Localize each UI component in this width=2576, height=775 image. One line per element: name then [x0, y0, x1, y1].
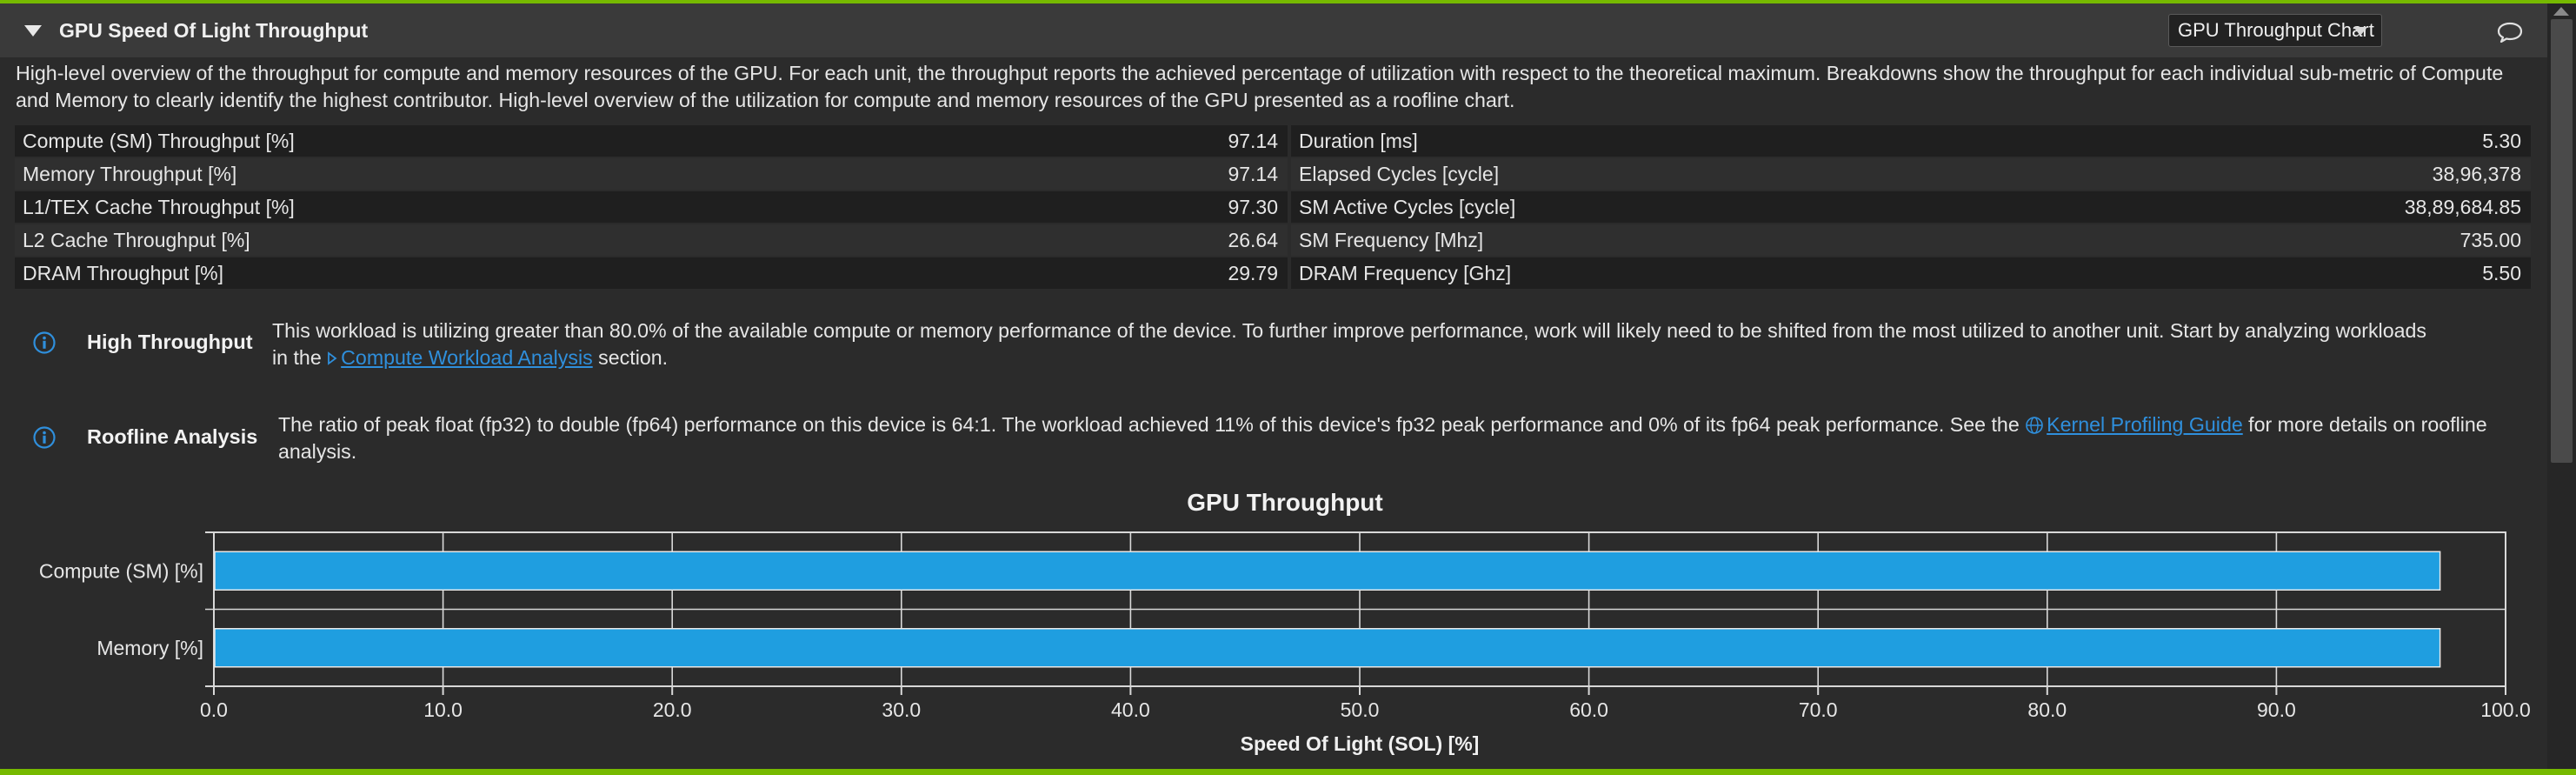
table-row: Memory Throughput [%] 97.14 Elapsed Cycl… — [15, 158, 2531, 190]
message-title: High Throughput — [87, 331, 253, 353]
metric-label: Memory Throughput [%] — [15, 158, 898, 190]
metric-value: 5.50 — [2174, 257, 2531, 289]
x-tick-label: 10.0 — [423, 698, 463, 721]
metric-label: L2 Cache Throughput [%] — [15, 224, 898, 256]
triangle-down-icon[interactable] — [24, 24, 42, 37]
compute-workload-analysis-link[interactable]: Compute Workload Analysis — [327, 346, 593, 369]
chevron-down-icon — [2353, 27, 2367, 36]
message-text: The ratio of peak float (fp32) to double… — [278, 413, 2487, 463]
metric-value: 29.79 — [898, 257, 1288, 289]
metric-value: 97.14 — [898, 125, 1288, 157]
chart-title: GPU Throughput — [1187, 489, 1383, 516]
view-select-dropdown[interactable]: GPU Throughput Chart — [2168, 14, 2382, 47]
info-circle-icon — [33, 426, 56, 449]
table-row: Compute (SM) Throughput [%] 97.14 Durati… — [15, 125, 2531, 157]
section-header[interactable]: GPU Speed Of Light Throughput GPU Throug… — [0, 3, 2547, 58]
x-tick-label: 90.0 — [2257, 698, 2296, 721]
x-tick-label: 30.0 — [882, 698, 921, 721]
section-title: GPU Speed Of Light Throughput — [59, 18, 369, 42]
table-row: L1/TEX Cache Throughput [%] 97.30 SM Act… — [15, 191, 2531, 223]
play-arrow-icon — [328, 351, 337, 365]
kernel-profiling-guide-link[interactable]: Kernel Profiling Guide — [2025, 413, 2243, 436]
category-label: Compute (SM) [%] — [39, 559, 203, 582]
bar — [214, 628, 2441, 668]
metric-value: 97.30 — [898, 191, 1288, 223]
x-tick-label: 80.0 — [2027, 698, 2067, 721]
category-label: Memory [%] — [97, 637, 203, 659]
table-row: L2 Cache Throughput [%] 26.64 SM Frequen… — [15, 224, 2531, 256]
x-tick-label: 20.0 — [653, 698, 692, 721]
message-title: Roofline Analysis — [87, 425, 258, 448]
metric-value: 26.64 — [898, 224, 1288, 256]
gpu-throughput-chart: GPU Throughput 0.0 10.0 20.0 30.0 40.0 50.0 60.… — [0, 483, 2547, 765]
metric-value: 97.14 — [898, 158, 1288, 190]
info-circle-icon — [33, 331, 56, 354]
section-description: High-level overview of the throughput fo… — [16, 62, 2504, 111]
metric-label: SM Active Cycles [cycle] — [1291, 191, 2174, 223]
metric-value: 38,89,684.85 — [2174, 191, 2531, 223]
speech-bubble-icon[interactable] — [2497, 22, 2523, 43]
metric-label: Elapsed Cycles [cycle] — [1291, 158, 2174, 190]
metric-label: Compute (SM) Throughput [%] — [15, 125, 898, 157]
metric-label: L1/TEX Cache Throughput [%] — [15, 191, 898, 223]
metric-label: SM Frequency [Mhz] — [1291, 224, 2174, 256]
metrics-table: Compute (SM) Throughput [%] 97.14 Durati… — [15, 125, 2531, 291]
scrollbar-thumb[interactable] — [2551, 19, 2573, 463]
scroll-up-icon[interactable] — [2553, 7, 2569, 16]
metric-label: DRAM Throughput [%] — [15, 257, 898, 289]
chart-svg: GPU Throughput 0.0 10.0 20.0 30.0 40.0 50.0 60.… — [39, 489, 2531, 755]
bar — [214, 551, 2441, 591]
x-tick-label: 50.0 — [1341, 698, 1380, 721]
x-tick-label: 40.0 — [1111, 698, 1150, 721]
table-row: DRAM Throughput [%] 29.79 DRAM Frequency… — [15, 257, 2531, 289]
bottom-accent-bar — [0, 769, 2576, 775]
metric-label: Duration [ms] — [1291, 125, 2174, 157]
x-axis-label: Speed Of Light (SOL) [%] — [1241, 732, 1480, 755]
metric-value: 38,96,378 — [2174, 158, 2531, 190]
message-text: This workload is utilizing greater than … — [272, 319, 2426, 369]
x-tick-label: 100.0 — [2480, 698, 2531, 721]
metric-value: 735.00 — [2174, 224, 2531, 256]
x-tick-label: 0.0 — [200, 698, 228, 721]
x-tick-label: 60.0 — [1569, 698, 1608, 721]
view-select-value: GPU Throughput Chart — [2178, 19, 2374, 41]
x-tick-label: 70.0 — [1799, 698, 1838, 721]
metric-value: 5.30 — [2174, 125, 2531, 157]
globe-icon — [2026, 417, 2043, 434]
metric-label: DRAM Frequency [Ghz] — [1291, 257, 2174, 289]
